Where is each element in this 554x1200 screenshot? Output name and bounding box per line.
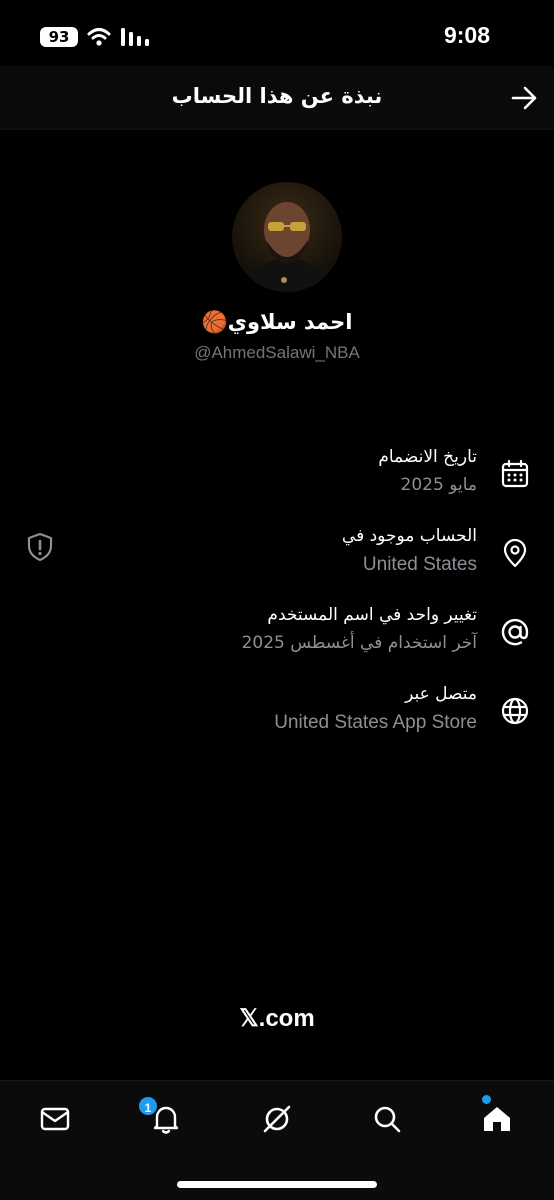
home-unread-dot [482, 1095, 491, 1104]
info-value: United States App Store [274, 712, 477, 733]
info-row-connected: متصل عبر United States App Store [0, 684, 554, 748]
info-label: الحساب موجود في [341, 526, 477, 546]
header: نبذة عن هذا الحساب [0, 66, 554, 130]
calendar-icon [501, 459, 529, 488]
search-icon[interactable] [367, 1099, 407, 1139]
info-label: تغيير واحد في اسم المستخدم [267, 605, 477, 625]
display-name: احمد سلاوي🏀 [201, 310, 353, 334]
info-row-joined: تاريخ الانضمام مايو 2025 [0, 447, 554, 511]
wifi-icon [87, 28, 111, 46]
clock: 9:08 [443, 22, 490, 48]
notification-badge: 1 [137, 1095, 159, 1117]
battery-indicator: 93 [40, 27, 78, 47]
location-pin-icon [503, 538, 527, 568]
page-title: نبذة عن هذا الحساب [171, 84, 383, 108]
info-value: آخر استخدام في أغسطس 2025 [241, 633, 477, 653]
status-bar: 93 9:08 [0, 0, 554, 66]
home-icon[interactable] [477, 1099, 517, 1139]
info-label: تاريخ الانضمام [378, 447, 477, 467]
info-label: متصل عبر [405, 684, 477, 704]
info-row-location: الحساب موجود في United States [0, 526, 554, 590]
user-handle: @AhmedSalawi_NBA [194, 343, 360, 362]
avatar[interactable] [232, 182, 342, 292]
back-arrow-icon[interactable] [508, 82, 540, 114]
info-value: United States [362, 554, 477, 575]
shield-icon[interactable] [26, 532, 54, 562]
messages-icon[interactable] [35, 1099, 75, 1139]
at-sign-icon [501, 618, 529, 646]
info-value: مايو 2025 [400, 475, 477, 495]
home-indicator [177, 1181, 377, 1188]
signal-icon [121, 28, 149, 46]
grok-icon[interactable] [257, 1099, 297, 1139]
x-com-link[interactable]: 𝕏.com [0, 1004, 554, 1033]
info-row-username: تغيير واحد في اسم المستخدم آخر استخدام ف… [0, 605, 554, 669]
globe-icon [501, 697, 529, 725]
